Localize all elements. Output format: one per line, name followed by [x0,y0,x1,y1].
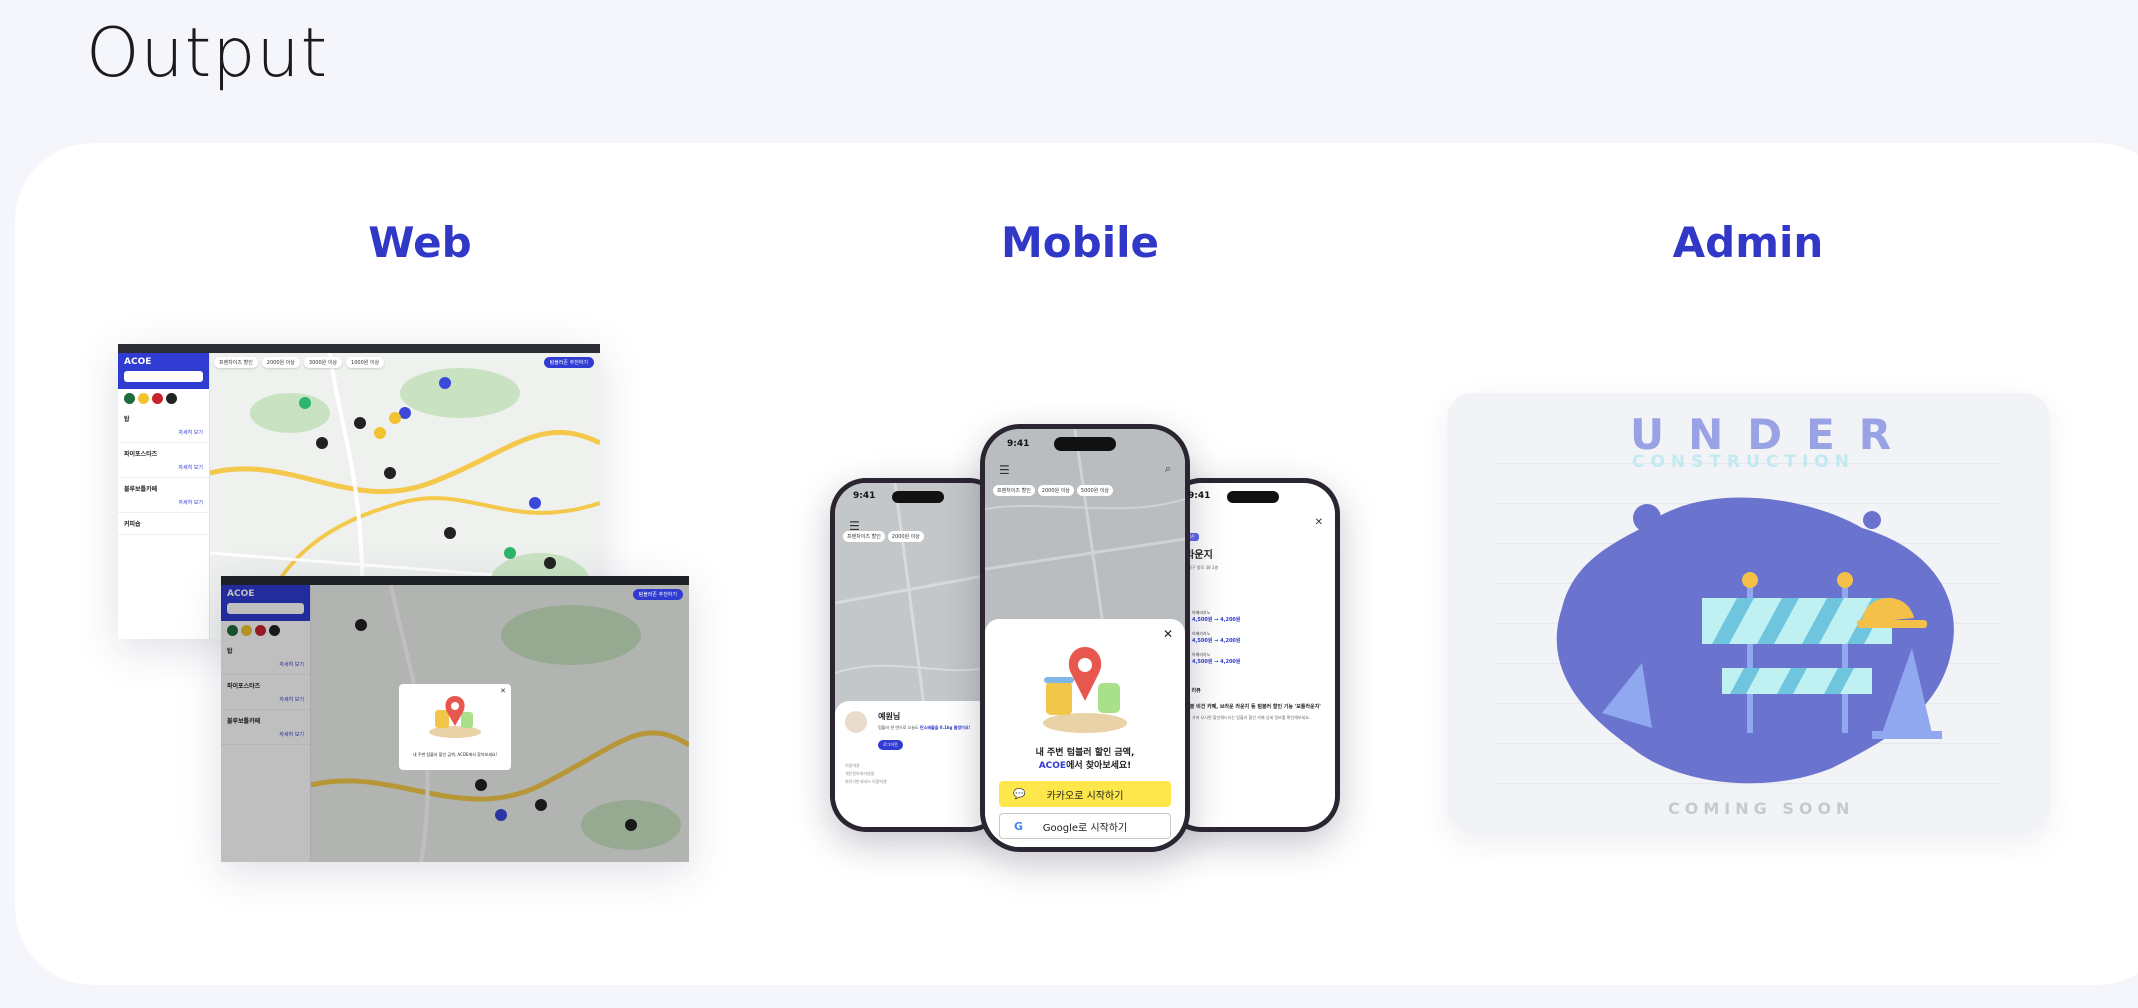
filter-chip[interactable]: 2000원 이상 [887,531,924,542]
login-popup: ✕ 내 주변 텀블러 할인 금액, ACOE에서 찾아보세요! [399,684,511,770]
acoe-logo: ACOE [124,357,152,367]
section-label-web: Web [368,218,472,267]
blog-title[interactable]: 텐어텀블 비건 카페, 브라운 라운지 등 텀블러 할인 기능 '보틀라운지' [1176,704,1327,711]
blog-heading: 블로그 리뷰 [1176,688,1201,694]
google-login-button[interactable]: G Google로 시작하기 [999,813,1171,839]
phone-store-detail-screen: 9:41 ✕ 텀블러존 블라운지 서울시 중구 종로 38 1층 영업 중 메뉴… [1165,478,1340,832]
phone-profile-screen: 9:41 ☰ ⌕ 프랜차이즈 할인 2000원 이상 예원님 텀블러 한 번으로… [830,478,1005,832]
avatar [845,711,867,733]
login-message: 내 주변 텀블러 할인 금액, ACOE에서 찾아보세요! [1035,748,1135,771]
mobile-map[interactable] [985,429,1185,639]
location-cups-illustration [429,696,481,738]
web-filter-bar: 프랜차이즈 할인 2000원 이상 3000원 이상 1000원 이상 [214,357,385,368]
filter-chip[interactable]: 프랜차이즈 할인 [843,531,885,542]
recommend-button[interactable]: 텀블러존 추천하기 [632,589,683,600]
filter-chip[interactable]: 2000원 이상 [261,357,300,368]
dynamic-island [1226,491,1279,503]
terms-link[interactable]: 이용약관 [845,762,990,770]
store-address: 서울시 중구 종로 38 1층 [1176,565,1219,570]
legal-links: 이용약관 개인정보처리방침 위치기반서비스 이용약관 [845,762,990,786]
search-icon[interactable]: ⌕ [1165,462,1171,476]
menu-heading: 메뉴 [1176,595,1327,602]
filter-chip[interactable]: 프랜차이즈 할인 [214,357,258,368]
login-sheet: ✕ 내 주변 텀블러 할인 금액, ACOE에서 찾아보세요! 💬 카카오로 시… [985,619,1185,847]
list-item-title: 블루보틀카페 [124,486,158,493]
google-icon: G [1014,819,1024,833]
list-item-link[interactable]: 자세히 보기 [124,429,203,436]
status-time: 9:41 [1188,491,1211,501]
list-item[interactable]: 커피숍 [118,513,209,535]
status-time: 9:41 [853,491,876,501]
section-label-mobile: Mobile [1001,218,1159,267]
recommend-button[interactable]: 텀블러존 추천하기 [543,357,594,368]
profile-sheet: 예원님 텀블러 한 번으로 오늘도 탄소배출을 0.1kg 줄였어요! 로그아웃… [835,701,1000,827]
web-search-input[interactable] [124,371,203,382]
close-icon[interactable]: ✕ [500,687,506,695]
brand-chip-icon[interactable] [124,393,135,404]
dynamic-island [1054,437,1116,451]
popup-text: 내 주변 텀블러 할인 금액, ACOE에서 찾아보세요! [412,752,498,757]
location-terms-link[interactable]: 위치기반서비스 이용약관 [845,778,990,786]
web-sidebar: ACOE 탑 자세히 보기 파이포스타즈 자세히 보기 블루보틀카페 자세히 보… [118,353,210,639]
menu-item: 아메리카노 4,500원 → 4,200원 [1176,631,1327,644]
page-title: Output [86,14,329,93]
status-time: 9:41 [1007,439,1030,449]
privacy-link[interactable]: 개인정보처리방침 [845,770,990,778]
filter-chip[interactable]: 1000원 이상 [346,357,385,368]
list-item-title: 커피숍 [124,521,141,528]
user-carbon-message: 텀블러 한 번으로 오늘도 탄소배출을 0.1kg 줄였어요! [878,725,971,730]
list-item-title: 탑 [124,416,130,423]
menu-icon[interactable]: ☰ [999,463,1010,477]
store-open-status: 영업 중 [1176,573,1327,579]
brand-chip-icon[interactable] [152,393,163,404]
filter-chip[interactable]: 5000원 이상 [1076,485,1114,496]
dynamic-island [891,491,944,503]
filter-chip[interactable]: 2000원 이상 [1037,485,1074,496]
list-item[interactable]: 파이포스타즈 자세히 보기 [118,443,209,478]
coming-soon-text: COMING SOON [1668,799,1855,818]
list-item-link[interactable]: 자세히 보기 [124,499,203,506]
browser-toolbar [118,344,600,353]
brand-chip-icon[interactable] [166,393,177,404]
close-icon[interactable]: ✕ [1163,627,1173,641]
construction-subtitle: CONSTRUCTION [1632,452,1855,472]
web-screenshot-login-popup: ACOE 탑 자세히 보기 파이포스타즈 자세히 보기 블루보틀카페 자세히 보… [221,576,689,862]
mobile-map[interactable] [835,483,1000,713]
blog-snippet: 텀블러를 가져 오시면 할인해드리는 텀블러 할인 카페 상세 정보를 확인해보… [1176,715,1311,720]
menu-item: 아메리카노 4,500원 → 4,200원 [1176,610,1327,623]
menu-item: 아메리카노 4,500원 → 4,200원 [1176,652,1327,665]
filter-chip-row: 프랜차이즈 할인 2000원 이상 5000원 이상 [993,485,1114,496]
store-detail: 텀블러존 블라운지 서울시 중구 종로 38 1층 영업 중 메뉴 아메리카노4… [1170,483,1335,721]
filter-chip-row: 프랜차이즈 할인 2000원 이상 [843,531,924,542]
profile-info: 예원님 텀블러 한 번으로 오늘도 탄소배출을 0.1kg 줄였어요! 로그아웃 [878,711,970,750]
list-item[interactable]: 블루보틀카페 자세히 보기 [118,478,209,513]
close-icon[interactable]: ✕ [1315,517,1323,528]
brand-chips [118,389,209,408]
brand-chip-icon[interactable] [138,393,149,404]
filter-chip[interactable]: 프랜차이즈 할인 [993,485,1035,496]
list-item-title: 파이포스타즈 [124,451,158,458]
list-item[interactable]: 탑 자세히 보기 [118,408,209,443]
web-sidebar-header: ACOE [118,353,209,389]
kakao-login-button[interactable]: 💬 카카오로 시작하기 [999,781,1171,807]
under-construction-illustration [1556,497,1954,784]
location-cups-illustration [1043,647,1127,733]
user-name: 예원님 [878,712,901,721]
section-label-admin: Admin [1672,218,1824,267]
speech-bubble-icon: 💬 [1013,788,1026,800]
filter-chip[interactable]: 3000원 이상 [303,357,343,368]
store-name: 블라운지 [1176,550,1213,561]
logout-button[interactable]: 로그아웃 [878,740,903,750]
list-item-link[interactable]: 자세히 보기 [124,464,203,471]
phone-login-screen: 9:41 ☰ ⌕ 프랜차이즈 할인 2000원 이상 5000원 이상 ✕ 내 … [980,424,1190,852]
